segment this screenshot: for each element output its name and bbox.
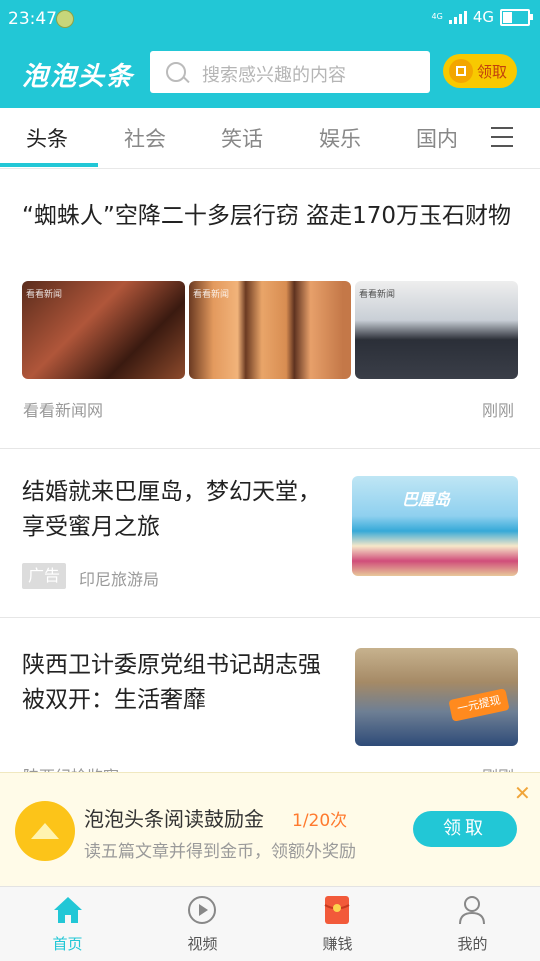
image-watermark: 看看新闻 (26, 290, 63, 300)
status-time: 23:47 (8, 9, 57, 29)
battery-icon (500, 8, 533, 26)
home-icon (54, 897, 82, 923)
ad-badge: 广告 (22, 563, 67, 589)
article-title: 结婚就来巴厘岛，梦幻天堂，享受蜜月之旅 (22, 479, 321, 540)
article-image: 巴厘岛 (352, 476, 518, 576)
nav-label: 视频 (187, 935, 218, 953)
coin-notification-icon (56, 10, 74, 28)
search-input[interactable]: 搜索感兴趣的内容 (150, 51, 430, 93)
small-network-label: 4G (431, 12, 443, 21)
app-header: 泡泡头条 搜索感兴趣的内容 领取 (0, 38, 540, 108)
nav-profile[interactable]: 我的 (405, 887, 540, 961)
search-icon (166, 62, 186, 82)
tab-headlines[interactable]: 头条 (26, 123, 68, 153)
reward-count: 1/20次 (292, 811, 348, 831)
image-caption: 巴厘岛 (402, 490, 451, 509)
red-envelope-icon (324, 896, 350, 924)
article-source: 印尼旅游局 (79, 570, 160, 589)
reward-title: 泡泡头条阅读鼓励金 (84, 807, 264, 831)
coin-icon (449, 59, 473, 83)
image-watermark: 看看新闻 (359, 290, 396, 300)
status-right: 4G 4G (431, 8, 533, 26)
article-image: 看看新闻 (355, 281, 518, 379)
image-watermark: 看看新闻 (193, 290, 230, 300)
app-logo: 泡泡头条 (22, 62, 135, 92)
nav-label: 我的 (457, 935, 488, 953)
category-tabs: 头条 社会 笑话 娱乐 国内 (0, 108, 540, 169)
nav-earn[interactable]: 赚钱 (270, 887, 405, 961)
profile-icon (459, 896, 485, 925)
claim-label: 领取 (477, 63, 508, 81)
status-bar: 23:47 4G 4G (0, 0, 540, 38)
menu-icon[interactable] (491, 127, 513, 154)
nav-video[interactable]: 视频 (135, 887, 270, 961)
article-title: “蜘蛛人”空降二十多层行窃 盗走170万玉石财物 (22, 203, 512, 229)
close-icon[interactable]: ✕ (514, 781, 531, 805)
crown-icon (15, 801, 75, 861)
article-title: 陕西卫计委原党组书记胡志强被双开：生活奢靡 (22, 652, 321, 713)
divider (0, 448, 540, 449)
bottom-nav: 首页 视频 赚钱 我的 (0, 886, 540, 961)
article-source: 看看新闻网 (23, 401, 104, 420)
article-image: 一元提现 (355, 648, 518, 746)
claim-reward-button[interactable]: 领取 (413, 811, 517, 847)
search-placeholder: 搜索感兴趣的内容 (202, 65, 346, 86)
article-time: 刚刚 (482, 401, 515, 420)
nav-home[interactable]: 首页 (0, 887, 135, 961)
reward-subtitle: 读五篇文章并得到金币，领额外奖励 (84, 842, 356, 862)
video-play-icon (188, 896, 216, 924)
network-label: 4G (472, 8, 494, 26)
reward-banner: 泡泡头条阅读鼓励金 1/20次 读五篇文章并得到金币，领额外奖励 领取 ✕ (0, 772, 540, 887)
withdraw-badge: 一元提现 (448, 688, 510, 722)
active-tab-indicator (0, 163, 98, 167)
divider (0, 617, 540, 618)
article-image: 看看新闻 (22, 281, 185, 379)
tab-society[interactable]: 社会 (124, 123, 166, 153)
nav-label: 赚钱 (322, 935, 353, 953)
tab-domestic[interactable]: 国内 (416, 123, 458, 153)
nav-label: 首页 (52, 935, 83, 953)
article-image: 看看新闻 (189, 281, 351, 379)
tab-jokes[interactable]: 笑话 (221, 123, 263, 153)
claim-coins-button[interactable]: 领取 (443, 54, 517, 88)
tab-entertainment[interactable]: 娱乐 (319, 123, 361, 153)
signal-icon (448, 10, 467, 24)
